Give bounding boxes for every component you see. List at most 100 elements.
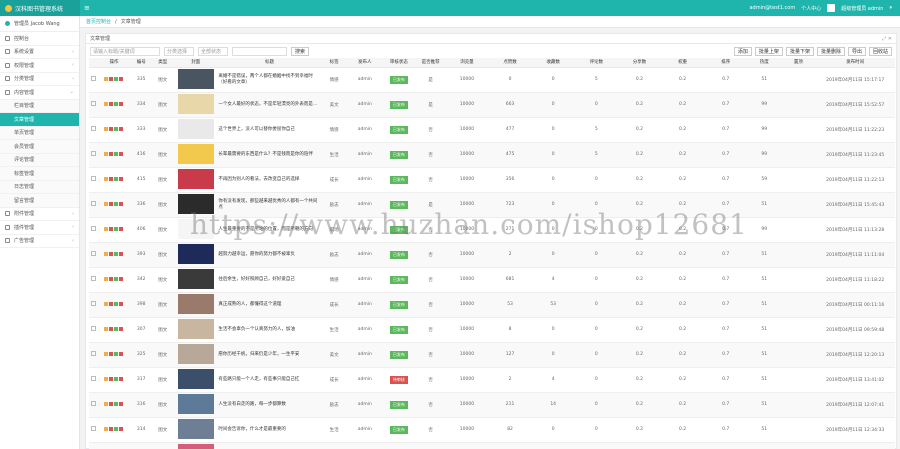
thumbs-down-icon[interactable] [118, 301, 123, 306]
delete-icon[interactable] [108, 201, 113, 206]
thumbs-down-icon[interactable] [118, 276, 123, 281]
edit-icon[interactable] [103, 326, 108, 331]
delete-icon[interactable] [108, 276, 113, 281]
thumbs-up-icon[interactable] [113, 176, 118, 181]
thumbnail-image[interactable] [177, 168, 214, 189]
avatar[interactable] [827, 4, 836, 12]
edit-icon[interactable] [103, 426, 108, 431]
thumbs-down-icon[interactable] [118, 126, 123, 131]
thumbs-down-icon[interactable] [118, 376, 123, 381]
table-row[interactable]: 415 图文 不再因为别人的看法，去改变自己的选择 成长 admin 已发布否 10000 3… [89, 167, 895, 193]
thumbs-up-icon[interactable] [113, 326, 118, 331]
edit-icon[interactable] [103, 126, 108, 131]
table-row[interactable]: 333 图文 这个世界上，没人可以替你委屈你自己 情感 admin 已发布否 10000 47… [89, 117, 895, 143]
delete-icon[interactable] [108, 301, 113, 306]
edit-icon[interactable] [103, 76, 108, 81]
edit-icon[interactable] [103, 101, 108, 106]
table-row[interactable]: 336 图文 你有没有发现，那些越来越优秀的人都有一个共同点 励志 admin 已发布是 1… [89, 192, 895, 218]
sidebar-subitem-5[interactable]: 标签管理 [0, 167, 79, 181]
action-button-4[interactable]: 导出 [847, 46, 866, 56]
delete-icon[interactable] [108, 401, 113, 406]
edit-icon[interactable] [103, 201, 108, 206]
cell-title[interactable]: 真正成熟的人，都懂得这个道理 [218, 292, 321, 318]
row-checkbox[interactable] [91, 276, 97, 281]
cell-title[interactable]: 人生最重要的不是所站的位置，而是所朝的方向 [218, 217, 321, 243]
thumbnail-image[interactable] [177, 293, 214, 314]
delete-icon[interactable] [108, 251, 113, 256]
cell-title[interactable]: 往后余生，好好照顾自己，好好爱自己 [218, 267, 321, 293]
edit-icon[interactable] [103, 401, 108, 406]
cell-title[interactable]: 愿你历经千帆，归来仍是少年，一生平安 [218, 342, 321, 368]
thumbnail-image[interactable] [177, 118, 214, 139]
cell-title[interactable]: 这个世界上，没人可以替你委屈你自己 [218, 117, 321, 143]
delete-icon[interactable] [108, 376, 113, 381]
thumbs-down-icon[interactable] [118, 251, 123, 256]
cell-title[interactable]: 生活不会辜负一个认真努力的人，加油 [218, 317, 321, 343]
sidebar-subitem-1[interactable]: 文章管理 [0, 113, 79, 127]
breadcrumb-home[interactable]: 首页控制台 [86, 18, 111, 25]
delete-icon[interactable] [108, 226, 113, 231]
action-button-3[interactable]: 批量删除 [816, 46, 845, 56]
cell-title[interactable]: 越努力越幸运，愿你的努力都不被辜负 [218, 242, 321, 268]
edit-icon[interactable] [103, 176, 108, 181]
cell-title[interactable]: 不再因为别人的看法，去改变自己的选择 [218, 167, 321, 193]
row-checkbox[interactable] [91, 101, 97, 106]
action-button-2[interactable]: 批量下架 [785, 46, 814, 56]
cell-title[interactable]: 你有没有发现，那些越来越优秀的人都有一个共同点 [218, 192, 321, 218]
sidebar-subitem-0[interactable]: 栏目管理 [0, 99, 79, 113]
row-checkbox[interactable] [91, 176, 97, 181]
delete-icon[interactable] [108, 126, 113, 131]
thumbs-down-icon[interactable] [118, 401, 123, 406]
brand[interactable]: 汉科图书管理系统 [0, 0, 80, 16]
thumbs-down-icon[interactable] [118, 226, 123, 231]
row-checkbox[interactable] [91, 426, 97, 431]
thumbs-up-icon[interactable] [113, 101, 118, 106]
table-row[interactable]: 334 图文 一个女人最好的状态，不是年轻漂亮的外表而是... 美文 admin 已发布是… [89, 92, 895, 118]
search-button[interactable]: 搜索 [291, 46, 310, 56]
sidebar-bottom-item-1[interactable]: 插件管理 ‹ [0, 221, 79, 235]
profile-link[interactable]: 个人中心 [801, 5, 821, 12]
sidebar-user[interactable]: 管理员 Jacob Wang [0, 16, 79, 32]
thumbs-down-icon[interactable] [118, 176, 123, 181]
sidebar-subitem-2[interactable]: 单页管理 [0, 126, 79, 140]
cell-title[interactable]: 时间会告诉你，什么才是最重要的 [218, 417, 321, 443]
edit-icon[interactable] [103, 151, 108, 156]
thumbnail-image[interactable] [177, 268, 214, 289]
thumbnail-image[interactable] [177, 368, 214, 389]
delete-icon[interactable] [108, 426, 113, 431]
thumbnail-image[interactable] [177, 393, 214, 414]
thumbnail-image[interactable] [177, 68, 214, 89]
table-row[interactable]: 325 图文 愿你历经千帆，归来仍是少年，一生平安 美文 admin 已发布否 10000 1… [89, 342, 895, 368]
thumbs-up-icon[interactable] [113, 301, 118, 306]
delete-icon[interactable] [108, 351, 113, 356]
table-row[interactable]: 393 图文 越努力越幸运，愿你的努力都不被辜负 励志 admin 已发布否 10000 2 0… [89, 242, 895, 268]
action-button-5[interactable]: 回收站 [868, 46, 892, 56]
thumbs-down-icon[interactable] [118, 101, 123, 106]
thumbnail-image[interactable] [177, 218, 214, 239]
sidebar-subitem-3[interactable]: 会员管理 [0, 140, 79, 154]
thumbs-up-icon[interactable] [113, 251, 118, 256]
sidebar-item-3[interactable]: 分类管理 ‹ [0, 73, 79, 86]
table-row[interactable]: 406 图文 人生最重要的不是所站的位置，而是所朝的方向 职场 admin 已发布否 100… [89, 217, 895, 243]
thumbs-down-icon[interactable] [118, 326, 123, 331]
delete-icon[interactable] [108, 151, 113, 156]
cell-title[interactable]: 有些路只能一个人走，有些事只能自己扛 [218, 367, 321, 393]
status-select[interactable]: 全部状态 [198, 46, 228, 56]
sidebar-subitem-6[interactable]: 日志管理 [0, 180, 79, 194]
thumbnail-image[interactable] [177, 243, 214, 264]
thumbs-up-icon[interactable] [113, 151, 118, 156]
thumbs-up-icon[interactable] [113, 201, 118, 206]
row-checkbox[interactable] [91, 351, 97, 356]
row-checkbox[interactable] [91, 251, 97, 256]
thumbs-up-icon[interactable] [113, 351, 118, 356]
menu-toggle-icon[interactable]: ≡ [84, 4, 90, 12]
thumbnail-image[interactable] [177, 318, 214, 339]
delete-icon[interactable] [108, 176, 113, 181]
user-menu[interactable]: 超级管理员 admin [841, 5, 883, 12]
sidebar-subitem-7[interactable]: 留言管理 [0, 194, 79, 208]
edit-icon[interactable] [103, 251, 108, 256]
table-row[interactable]: 317 图文 有些路只能一个人走，有些事只能自己扛 成长 admin 待审核否 10000 2… [89, 367, 895, 393]
sidebar-item-1[interactable]: 系统设置 ‹ [0, 46, 79, 59]
search-input[interactable]: 请输入标题/关键词 [90, 46, 160, 56]
category-select[interactable]: 分类选择 [164, 46, 194, 56]
